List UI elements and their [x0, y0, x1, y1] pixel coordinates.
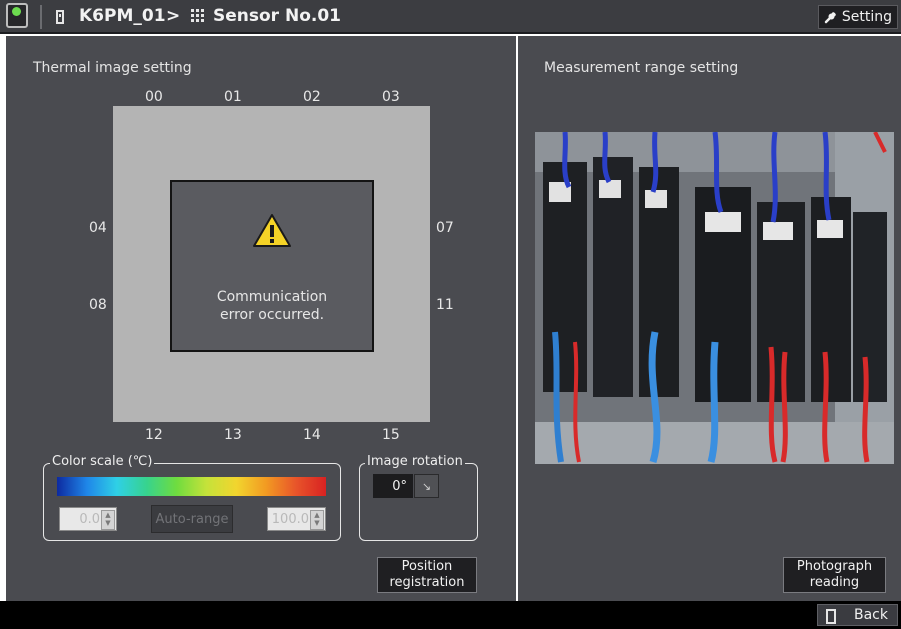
back-button[interactable]: Back — [817, 604, 898, 626]
min-spinner-arrows-icon[interactable]: ▲ ▼ — [101, 510, 115, 530]
breadcrumb-device[interactable]: K6PM_01 — [79, 6, 166, 26]
app-status-icon[interactable] — [6, 3, 28, 28]
wrench-icon — [824, 12, 836, 24]
rotate-arrow-icon: ↘ — [421, 479, 432, 493]
setting-button[interactable]: Setting — [818, 5, 898, 29]
min-temperature-input[interactable]: 0.0 ▲ ▼ — [59, 507, 117, 531]
measurement-title: Measurement range setting — [544, 60, 739, 76]
measurement-photo[interactable] — [535, 132, 894, 464]
thermal-title: Thermal image setting — [33, 60, 192, 76]
sensor-grid-icon — [191, 9, 206, 24]
zone-label-13: 13 — [224, 427, 242, 443]
max-temperature-input[interactable]: 100.0 ▲ ▼ — [267, 507, 326, 531]
zone-label-08: 08 — [89, 297, 107, 313]
zone-label-15: 15 — [382, 427, 400, 443]
zone-label-12: 12 — [145, 427, 163, 443]
zone-label-11: 11 — [436, 297, 454, 313]
photograph-reading-button[interactable]: Photograph reading — [783, 557, 886, 593]
photo-image — [535, 132, 894, 464]
setting-label: Setting — [841, 9, 893, 25]
image-rotation-legend: Image rotation — [365, 454, 465, 469]
error-line-1: Communication — [216, 289, 328, 305]
error-line-2: error occurred. — [219, 307, 325, 323]
error-message-box: Communication error occurred. — [170, 180, 374, 352]
photograph-reading-line1: Photograph — [796, 559, 873, 574]
position-registration-line2: registration — [389, 575, 465, 590]
back-label: Back — [854, 607, 888, 623]
zone-label-00: 00 — [145, 89, 163, 105]
max-spinner-arrows-icon[interactable]: ▲ ▼ — [310, 510, 324, 530]
auto-range-button[interactable]: Auto-range — [151, 505, 233, 533]
zone-label-02: 02 — [303, 89, 321, 105]
breadcrumb-separator: > — [166, 6, 181, 26]
rotation-value: 0° — [373, 474, 413, 498]
position-registration-line1: Position — [401, 559, 453, 574]
rotation-dropdown-button[interactable]: ↘ — [414, 474, 439, 498]
breadcrumb-sensor[interactable]: Sensor No.01 — [213, 6, 341, 26]
zone-label-14: 14 — [303, 427, 321, 443]
error-text: Communication error occurred. — [172, 288, 372, 324]
max-temperature-value: 100.0 — [271, 511, 309, 527]
zone-label-07: 07 — [436, 220, 454, 236]
photograph-reading-line2: reading — [809, 575, 860, 590]
min-temperature-value: 0.0 — [79, 511, 100, 527]
bottom-bar — [0, 601, 901, 629]
device-icon — [826, 609, 836, 624]
position-registration-button[interactable]: Position registration — [377, 557, 477, 593]
divider — [40, 5, 42, 29]
zone-label-03: 03 — [382, 89, 400, 105]
device-icon — [56, 10, 64, 24]
warning-icon — [253, 214, 291, 247]
color-scale-legend: Color scale (℃) — [50, 454, 155, 469]
color-scale-bar — [57, 477, 326, 496]
zone-label-01: 01 — [224, 89, 242, 105]
zone-label-04: 04 — [89, 220, 107, 236]
